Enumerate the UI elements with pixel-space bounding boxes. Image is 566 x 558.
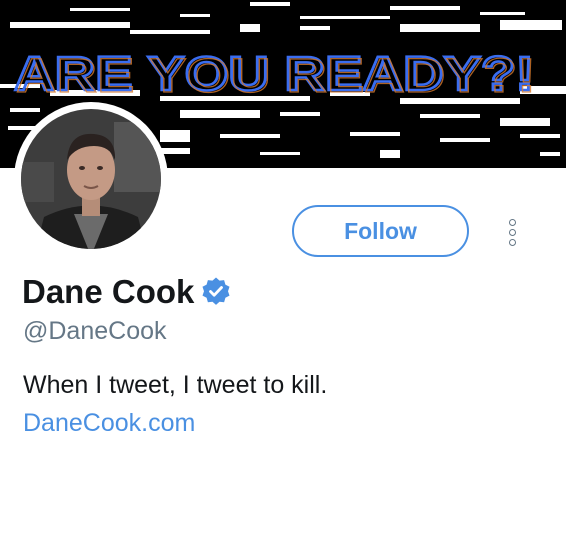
website-link[interactable]: DaneCook.com <box>23 409 195 438</box>
more-vertical-icon <box>508 218 516 226</box>
more-vertical-icon <box>508 228 516 236</box>
avatar-photo <box>21 109 161 249</box>
more-vertical-icon <box>508 238 516 246</box>
display-name: Dane Cook <box>22 273 195 310</box>
profile-bio: When I tweet, I tweet to kill. <box>23 371 328 399</box>
more-options-button[interactable] <box>502 214 522 250</box>
avatar[interactable] <box>14 102 168 256</box>
name-row: Dane Cook <box>22 271 232 313</box>
banner-headline-glow: ARE YOU READY?! <box>16 50 536 103</box>
verified-badge-icon <box>202 277 230 305</box>
user-handle: @DaneCook <box>23 317 167 345</box>
follow-button[interactable]: Follow <box>292 205 469 257</box>
